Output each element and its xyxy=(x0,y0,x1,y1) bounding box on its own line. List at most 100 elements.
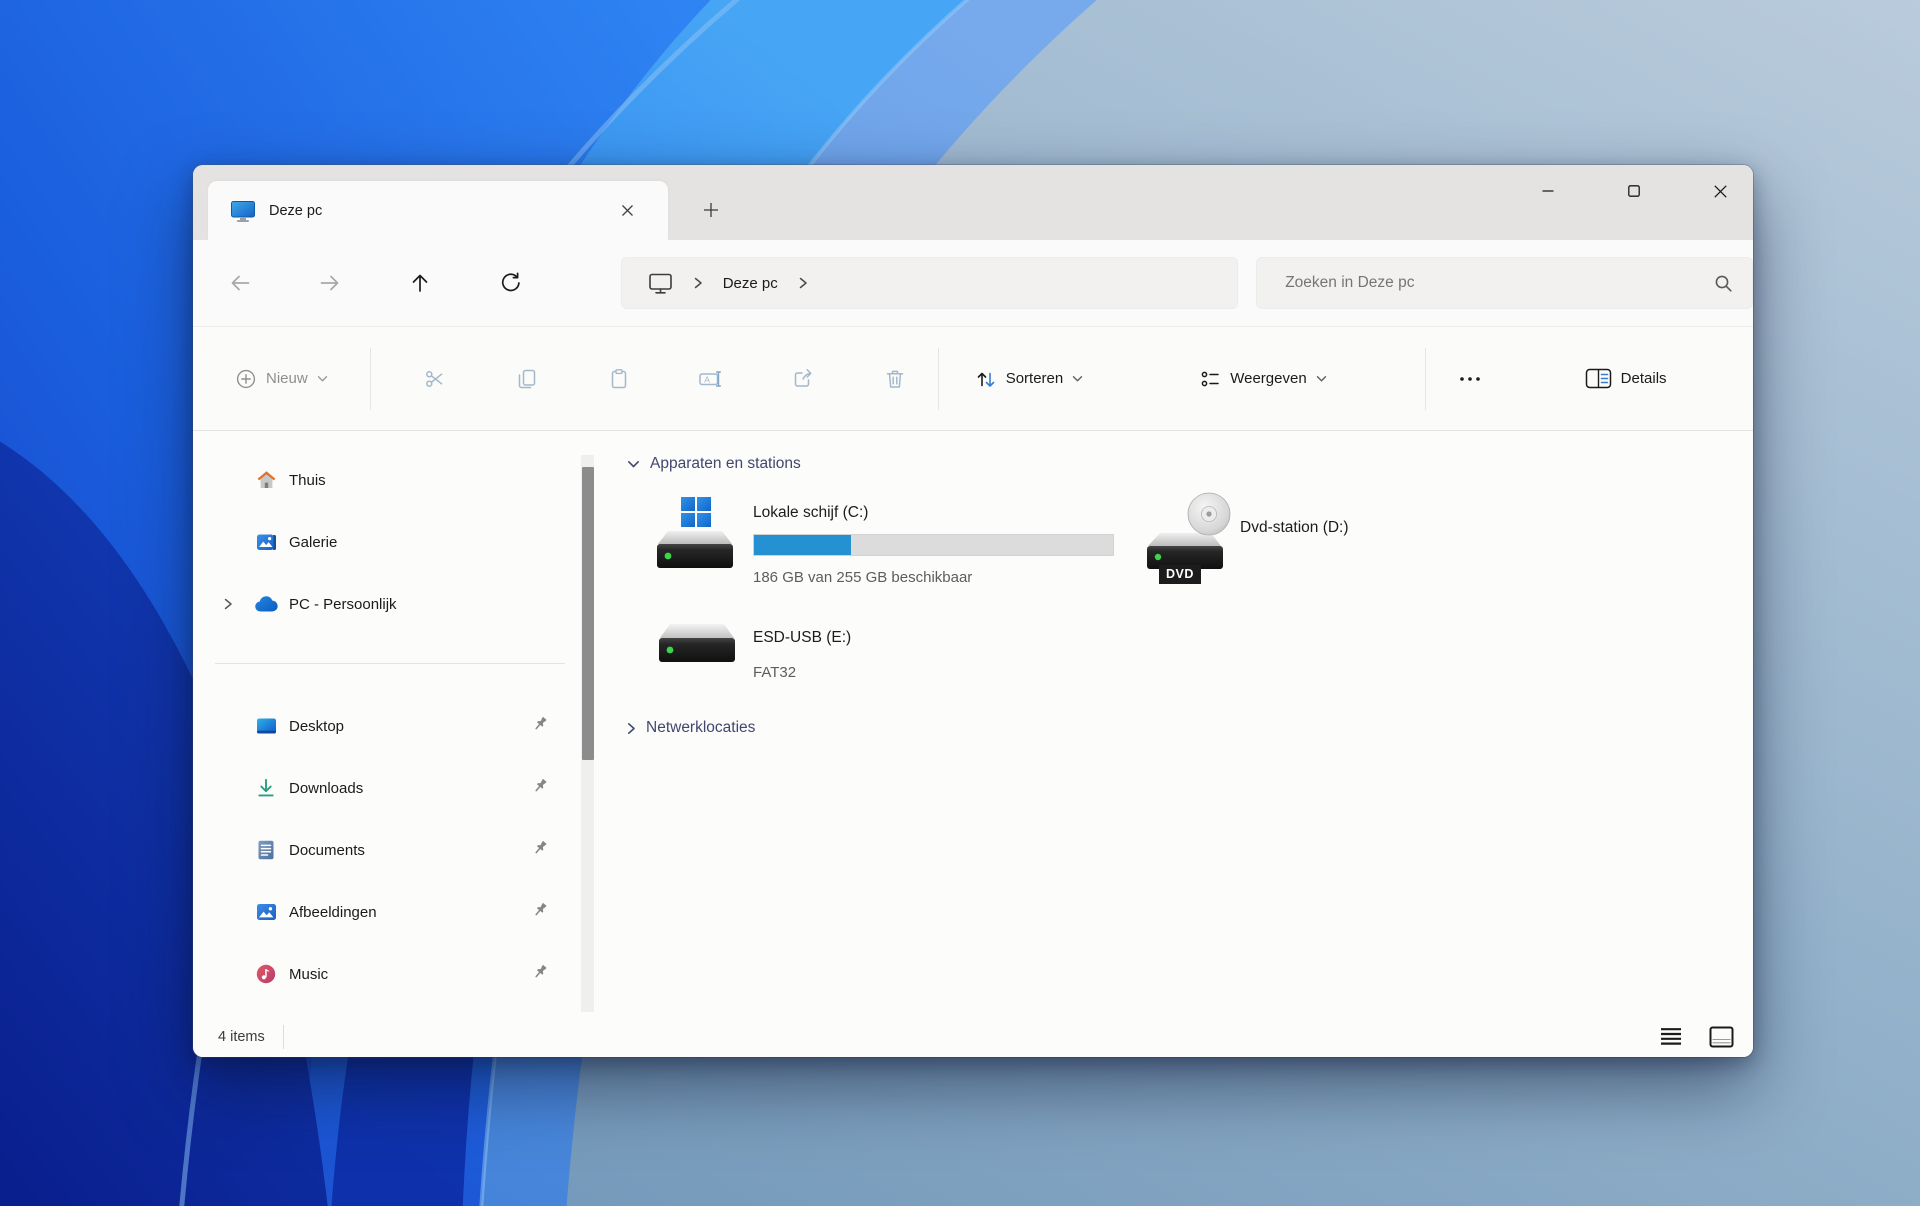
downloads-icon xyxy=(253,777,279,799)
sidebar-item-downloads[interactable]: Downloads xyxy=(203,762,573,814)
chevron-down-icon[interactable] xyxy=(627,460,640,469)
desktop-icon xyxy=(253,716,279,736)
plus-circle-icon xyxy=(235,368,257,390)
new-tab-button[interactable] xyxy=(693,192,729,228)
clipboard-icon xyxy=(607,367,631,391)
drive-d-name[interactable]: Dvd-station (D:) xyxy=(1240,519,1349,537)
expand-chevron-icon[interactable] xyxy=(217,597,239,611)
sidebar-item-pc-persoonlijk[interactable]: PC - Persoonlijk xyxy=(203,578,573,630)
rename-button[interactable]: A xyxy=(683,357,739,401)
sidebar-scrollbar[interactable] xyxy=(581,455,594,1012)
this-pc-monitor-icon xyxy=(230,199,256,223)
pin-icon xyxy=(532,777,549,799)
copy-button[interactable] xyxy=(499,357,555,401)
divider xyxy=(370,348,371,410)
sidebar-item-label: Afbeeldingen xyxy=(289,904,377,921)
sidebar-item-label: Desktop xyxy=(289,718,344,735)
sidebar-item-label: Music xyxy=(289,966,328,983)
drive-e-filesystem: FAT32 xyxy=(753,664,796,681)
copy-icon xyxy=(515,367,539,391)
sidebar-item-label: Downloads xyxy=(289,780,363,797)
large-thumbnails-view-toggle[interactable] xyxy=(1705,1022,1737,1052)
minimize-button[interactable] xyxy=(1525,173,1571,209)
content-pane: Apparaten en stations xyxy=(603,431,1753,1016)
sidebar-item-label: Documents xyxy=(289,842,365,859)
drive-c-usage-bar xyxy=(753,534,1114,556)
chevron-right-icon[interactable] xyxy=(627,722,636,735)
items-count: 4 items xyxy=(218,1029,265,1045)
location-monitor-icon[interactable] xyxy=(648,272,673,295)
tab-title: Deze pc xyxy=(269,203,322,219)
view-toggles xyxy=(1655,1016,1737,1057)
view-button-label: Weergeven xyxy=(1230,370,1306,387)
more-options-button[interactable] xyxy=(1446,357,1494,401)
view-button[interactable]: Weergeven xyxy=(1187,357,1338,401)
back-button[interactable] xyxy=(219,261,262,305)
dvd-badge: DVD xyxy=(1159,565,1201,584)
sidebar-item-thuis[interactable]: Thuis xyxy=(203,454,573,506)
drive-c-free-space: 186 GB van 255 GB beschikbaar xyxy=(753,569,972,586)
breadcrumb-chevron-icon[interactable] xyxy=(693,276,703,290)
drive-e-icon[interactable] xyxy=(653,618,741,681)
paste-button[interactable] xyxy=(591,357,647,401)
file-explorer-window: Deze pc xyxy=(193,165,1753,1057)
maximize-button[interactable] xyxy=(1611,173,1657,209)
sidebar-item-label: Thuis xyxy=(289,472,326,489)
search-box[interactable] xyxy=(1256,257,1753,309)
sort-button[interactable]: Sorteren xyxy=(963,357,1096,401)
sidebar-item-galerie[interactable]: Galerie xyxy=(203,516,573,568)
new-button-label: Nieuw xyxy=(266,370,308,387)
breadcrumb[interactable]: Deze pc xyxy=(621,257,1239,309)
drive-c-name[interactable]: Lokale schijf (C:) xyxy=(753,504,868,522)
ellipsis-icon xyxy=(1458,376,1482,382)
breadcrumb-chevron-icon[interactable] xyxy=(798,276,808,290)
sort-button-label: Sorteren xyxy=(1006,370,1064,387)
sort-icon xyxy=(975,368,997,390)
tab-close-button[interactable] xyxy=(612,196,642,226)
forward-button[interactable] xyxy=(309,261,352,305)
thumbnail-view-icon xyxy=(1709,1026,1734,1048)
chevron-down-icon xyxy=(1072,375,1083,383)
sidebar-item-label: Galerie xyxy=(289,534,337,551)
tab-deze-pc[interactable]: Deze pc xyxy=(208,181,668,240)
search-icon[interactable] xyxy=(1713,273,1734,294)
sidebar-item-afbeeldingen[interactable]: Afbeeldingen xyxy=(203,886,573,938)
status-divider xyxy=(283,1025,284,1049)
section-title: Netwerklocaties xyxy=(646,719,755,737)
new-button[interactable]: Nieuw xyxy=(223,357,340,401)
sidebar-item-documents[interactable]: Documents xyxy=(203,824,573,876)
svg-text:A: A xyxy=(704,374,710,384)
details-view-toggle[interactable] xyxy=(1655,1022,1687,1052)
list-view-icon xyxy=(1659,1027,1683,1046)
cut-button[interactable] xyxy=(407,357,463,401)
chevron-down-icon xyxy=(317,375,328,383)
drive-d-icon[interactable]: DVD xyxy=(1145,489,1239,582)
pin-icon xyxy=(532,715,549,737)
gallery-icon xyxy=(253,531,279,553)
share-button[interactable] xyxy=(775,357,831,401)
desktop: Deze pc xyxy=(0,0,1920,1206)
refresh-button[interactable] xyxy=(489,261,532,305)
section-network-locations[interactable]: Netwerklocaties xyxy=(627,719,755,737)
sidebar-divider xyxy=(215,663,565,664)
sidebar-item-music[interactable]: Music xyxy=(203,948,573,1000)
view-options-icon xyxy=(1199,368,1221,390)
music-icon xyxy=(253,963,279,985)
pin-icon xyxy=(532,901,549,923)
titlebar[interactable]: Deze pc xyxy=(193,165,1753,240)
drive-e-name[interactable]: ESD-USB (E:) xyxy=(753,629,851,647)
breadcrumb-location[interactable]: Deze pc xyxy=(723,275,778,292)
details-pane-icon xyxy=(1585,368,1612,389)
trash-icon xyxy=(883,367,907,391)
details-pane-button[interactable]: Details xyxy=(1573,357,1679,401)
drive-c-icon[interactable] xyxy=(651,493,739,580)
sidebar-item-desktop[interactable]: Desktop xyxy=(203,700,573,752)
share-icon xyxy=(791,367,815,391)
section-devices-and-drives[interactable]: Apparaten en stations xyxy=(627,455,801,473)
scrollbar-thumb[interactable] xyxy=(582,467,594,760)
delete-button[interactable] xyxy=(867,357,923,401)
up-button[interactable] xyxy=(399,261,442,305)
search-input[interactable] xyxy=(1283,273,1713,293)
documents-icon xyxy=(253,839,279,861)
close-window-button[interactable] xyxy=(1697,173,1743,209)
